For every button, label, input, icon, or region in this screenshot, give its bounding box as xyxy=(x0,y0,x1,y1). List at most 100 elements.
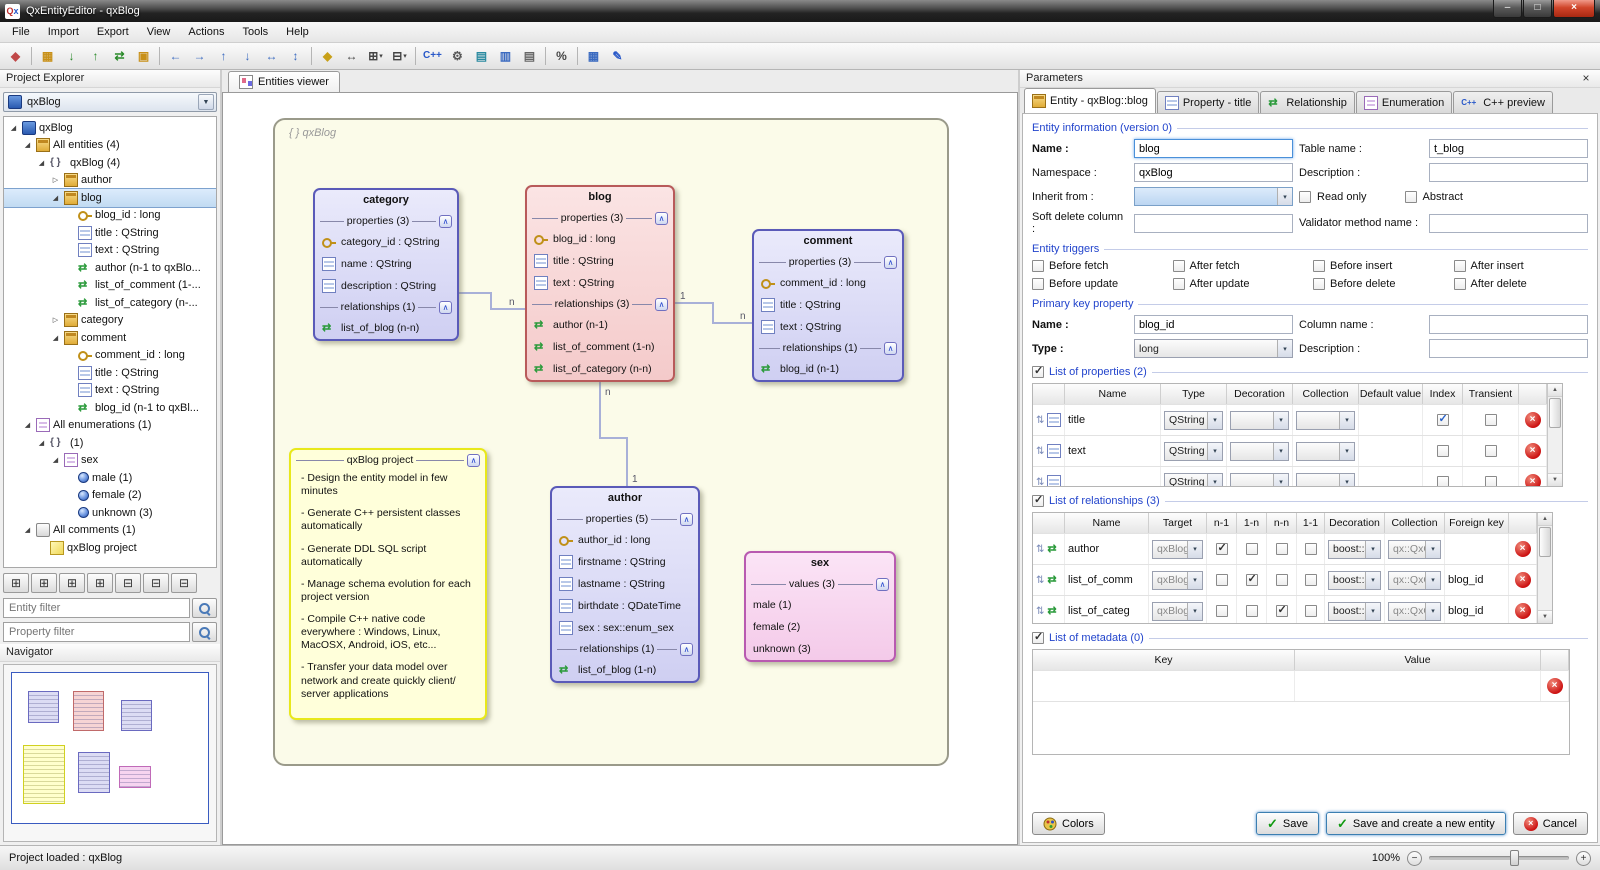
drag-handle-icon[interactable]: ⇅ xyxy=(1036,415,1044,426)
collapse-section-button[interactable]: ∧ xyxy=(467,454,480,467)
pk-column-input[interactable] xyxy=(1429,315,1588,334)
entity-row[interactable]: description : QString xyxy=(315,275,457,297)
colors-button[interactable]: Colors xyxy=(1032,812,1105,835)
scroll-down-icon[interactable]: ▼ xyxy=(1538,610,1552,623)
tree-item-author[interactable]: ▷author xyxy=(4,172,216,190)
drag-handle-icon[interactable]: ⇅ xyxy=(1036,575,1044,586)
cardinality-n-1-checkbox[interactable] xyxy=(1216,543,1228,555)
delete-row-button[interactable]: × xyxy=(1547,678,1563,694)
table-scrollbar[interactable]: ▲▼ xyxy=(1537,513,1552,623)
entity-row[interactable]: list_of_category (n-n) xyxy=(527,358,673,380)
expand-properties-button[interactable]: ⊞ xyxy=(59,573,85,593)
menu-actions[interactable]: Actions xyxy=(179,23,233,41)
expand-relationships-button[interactable]: ⊞ xyxy=(87,573,113,593)
default-value-cell[interactable] xyxy=(1359,436,1423,466)
tree-expander[interactable]: ◢ xyxy=(22,141,33,149)
settings-button[interactable]: ⚙ xyxy=(446,45,469,67)
collapse-section-button[interactable]: ∧ xyxy=(884,342,897,355)
align-bottom-button[interactable]: ↓ xyxy=(236,45,259,67)
tab-c-preview[interactable]: C++ preview xyxy=(1453,91,1553,113)
cpp-export-button[interactable]: C++ xyxy=(420,45,445,67)
distribute-vertical-button[interactable]: ↕ xyxy=(284,45,307,67)
tree-item-list-of-category-n[interactable]: list_of_category (n-... xyxy=(4,294,216,312)
property-name-cell[interactable]: text xyxy=(1065,436,1161,466)
maximize-button[interactable]: □ xyxy=(1523,0,1552,18)
title-bar[interactable]: Qx QxEntityEditor - qxBlog – □ × xyxy=(0,0,1600,22)
tree-item-1[interactable]: ◢(1) xyxy=(4,434,216,452)
relationship-name-cell[interactable]: author xyxy=(1065,534,1149,564)
tree-item-title-qstring[interactable]: title : QString xyxy=(4,224,216,242)
drag-handle-icon[interactable]: ⇅ xyxy=(1036,477,1044,488)
add-entity-button[interactable]: ▦ xyxy=(36,45,59,67)
zoom-in-status-button[interactable]: + xyxy=(1576,851,1591,866)
entity-row[interactable]: unknown (3) xyxy=(746,638,894,660)
entity-row[interactable]: list_of_blog (1-n) xyxy=(552,659,698,681)
dropdown-qstring[interactable]: QString▾ xyxy=(1164,473,1223,488)
entity-row[interactable]: list_of_comment (1-n) xyxy=(527,336,673,358)
cardinality-1-n-checkbox[interactable] xyxy=(1246,543,1258,555)
tree-item-category[interactable]: ▷category xyxy=(4,312,216,330)
entity-row[interactable]: list_of_blog (n-n) xyxy=(315,317,457,339)
abstract-checkbox[interactable] xyxy=(1405,191,1417,203)
dropdown-empty[interactable]: ▾ xyxy=(1230,442,1289,461)
close-button[interactable]: × xyxy=(1553,0,1595,18)
generate-ddl-button[interactable]: ▤ xyxy=(470,45,493,67)
tree-expander[interactable]: ◢ xyxy=(50,456,61,464)
dropdown-qxblog[interactable]: qxBlog::▾ xyxy=(1152,540,1203,559)
trigger-checkbox-before-delete[interactable] xyxy=(1313,278,1325,290)
tree-item-sex[interactable]: ◢sex xyxy=(4,452,216,470)
cardinality-n-1-checkbox[interactable] xyxy=(1216,605,1228,617)
percent-button[interactable]: % xyxy=(550,45,573,67)
import-entities-button[interactable]: ↓ xyxy=(60,45,83,67)
relationship-name-cell[interactable]: list_of_comm xyxy=(1065,565,1149,595)
metadata-section-checkbox[interactable] xyxy=(1032,632,1044,644)
tree-expander[interactable]: ◢ xyxy=(22,421,33,429)
tab-enumeration[interactable]: Enumeration xyxy=(1356,91,1452,113)
cardinality-n-n-checkbox[interactable] xyxy=(1276,605,1288,617)
menu-file[interactable]: File xyxy=(3,23,39,41)
entity-row[interactable]: male (1) xyxy=(746,594,894,616)
tab-property-title[interactable]: Property - title xyxy=(1157,91,1259,113)
tree-item-list-of-comment-1[interactable]: list_of_comment (1-... xyxy=(4,277,216,295)
drag-handle-icon[interactable]: ⇅ xyxy=(1036,606,1044,617)
generate-code-button[interactable]: ▥ xyxy=(494,45,517,67)
align-right-button[interactable]: → xyxy=(188,45,211,67)
entity-box-author[interactable]: authorproperties (5)∧author_id : longfir… xyxy=(550,486,700,683)
delete-row-button[interactable]: × xyxy=(1525,474,1541,487)
tree-item-text-qstring[interactable]: text : QString xyxy=(4,382,216,400)
entity-row[interactable]: blog_id : long xyxy=(527,228,673,250)
relationship-name-cell[interactable]: list_of_categ xyxy=(1065,596,1149,624)
collapse-section-button[interactable]: ∧ xyxy=(439,301,452,314)
tree-expander[interactable]: ▷ xyxy=(50,176,61,184)
soft-delete-input[interactable] xyxy=(1134,214,1293,233)
zoom-slider-thumb[interactable] xyxy=(1510,850,1519,866)
scroll-thumb[interactable] xyxy=(1539,527,1551,557)
read-only-checkbox[interactable] xyxy=(1299,191,1311,203)
entity-filter-input[interactable] xyxy=(3,598,190,618)
delete-row-button[interactable]: × xyxy=(1515,603,1531,619)
align-left-button[interactable]: ← xyxy=(164,45,187,67)
comment-note-qxblog-project[interactable]: qxBlog project∧- Design the entity model… xyxy=(289,448,487,720)
tree-item-text-qstring[interactable]: text : QString xyxy=(4,242,216,260)
cardinality-1-1-checkbox[interactable] xyxy=(1305,605,1317,617)
trigger-checkbox-after-fetch[interactable] xyxy=(1173,260,1185,272)
duplicate-entity-button[interactable]: ▣ xyxy=(132,45,155,67)
tree-expander[interactable]: ◢ xyxy=(8,124,19,132)
tree-item-blog-id-n-1-to-qxbl[interactable]: blog_id (n-1 to qxBl... xyxy=(4,399,216,417)
delete-row-button[interactable]: × xyxy=(1515,572,1531,588)
default-value-cell[interactable] xyxy=(1359,467,1423,487)
menu-view[interactable]: View xyxy=(138,23,180,41)
entity-box-comment[interactable]: commentproperties (3)∧comment_id : longt… xyxy=(752,229,904,382)
tree-item-female-2[interactable]: female (2) xyxy=(4,487,216,505)
dropdown-qxblog[interactable]: qxBlog::▾ xyxy=(1152,602,1203,621)
close-parameters-button[interactable]: × xyxy=(1578,70,1594,87)
dropdown-qxblog[interactable]: qxBlog::▾ xyxy=(1152,571,1203,590)
cardinality-1-1-checkbox[interactable] xyxy=(1305,574,1317,586)
save-button[interactable]: ✓ Save xyxy=(1256,812,1319,835)
zoom-in-button[interactable]: ⊞▾ xyxy=(364,45,387,67)
tab-entity-qxblog-blog[interactable]: Entity - qxBlog::blog xyxy=(1024,88,1156,113)
tree-item-unknown-3[interactable]: unknown (3) xyxy=(4,504,216,522)
zoom-slider[interactable] xyxy=(1429,856,1569,860)
collapse-section-button[interactable]: ∧ xyxy=(680,643,693,656)
menu-export[interactable]: Export xyxy=(88,23,138,41)
